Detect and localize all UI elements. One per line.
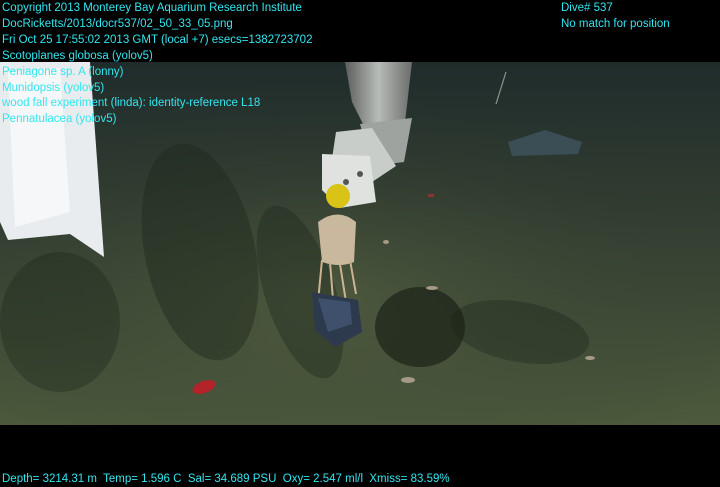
copyright-text: Copyright 2013 Monterey Bay Aquarium Res… (2, 2, 302, 14)
annotation-item: Munidopsis (yolov5) (2, 81, 105, 94)
file-path: DocRicketts/2013/docr537/02_50_33_05.png (2, 17, 233, 30)
annotation-item: Peniagone sp. A (lonny) (2, 65, 124, 78)
oxygen-reading: Oxy= 2.547 ml/l (282, 473, 363, 485)
temp-reading: Temp= 1.596 C (103, 473, 182, 485)
header-info: Copyright 2013 Monterey Bay Aquarium Res… (2, 0, 312, 47)
video-frame: Copyright 2013 Monterey Bay Aquarium Res… (0, 0, 720, 486)
timestamp: Fri Oct 25 17:55:02 2013 GMT (local +7) … (2, 33, 313, 46)
salinity-reading: Sal= 34.689 PSU (187, 473, 277, 485)
position-status: No match for position (561, 17, 670, 30)
annotation-item: Pennatulacea (yolov5) (2, 113, 117, 126)
annotation-item: Scotoplanes globosa (yolov5) (2, 50, 153, 62)
depth-reading: Depth= 3214.31 m (2, 473, 97, 485)
sensor-readout: Depth= 3214.31 m Temp= 1.596 C Sal= 34.6… (2, 471, 450, 487)
xmiss-reading: Xmiss= 83.59% (369, 473, 450, 485)
annotation-item: wood fall experiment (linda): identity-r… (2, 97, 261, 110)
gripper-object (326, 184, 350, 208)
dive-info: Dive# 537 No match for position (561, 0, 670, 32)
dive-number: Dive# 537 (561, 2, 613, 14)
annotation-list: Scotoplanes globosa (yolov5) Peniagone s… (2, 48, 260, 127)
